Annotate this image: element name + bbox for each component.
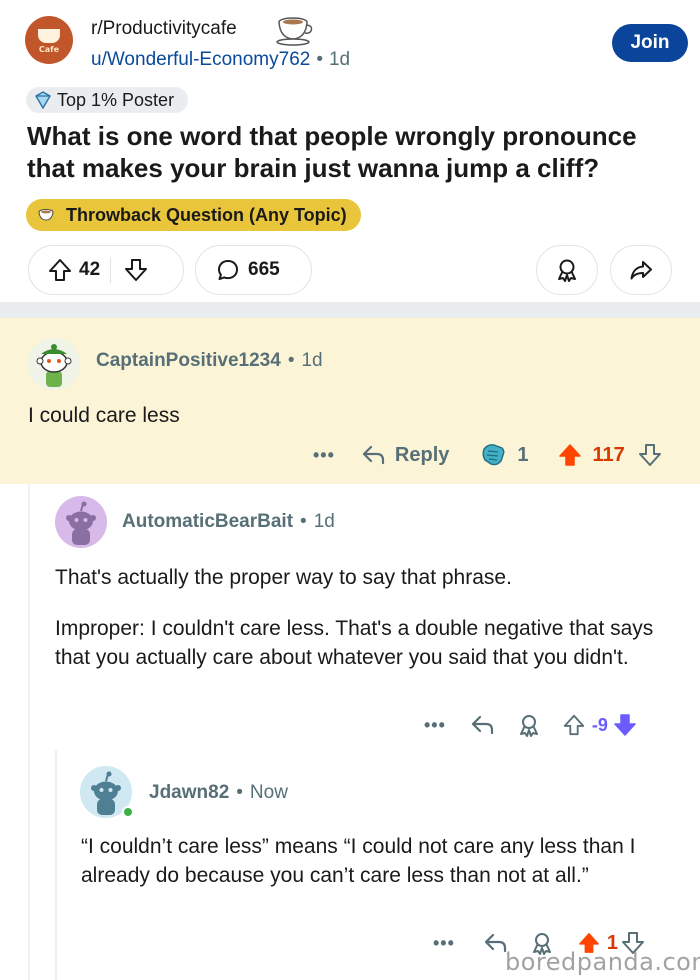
comment-age: Now (249, 782, 288, 803)
thread-line[interactable] (28, 484, 30, 980)
post-flair[interactable]: Throwback Question (Any Topic) (26, 199, 361, 231)
separator-dot: • (316, 49, 323, 70)
comment-author[interactable]: CaptainPositive1234 (96, 350, 281, 371)
comment-age: 1d (313, 511, 335, 532)
subreddit-name[interactable]: r/Productivitycafe (91, 18, 237, 40)
vote-divider (110, 257, 112, 283)
join-button[interactable]: Join (612, 24, 688, 62)
separator-dot: • (287, 350, 295, 371)
shield-icon (35, 91, 51, 109)
comment-score: 117 (592, 443, 625, 466)
user-flair-label: Top 1% Poster (57, 89, 175, 110)
more-options-button[interactable]: ••• (313, 445, 335, 466)
comment-actions: ••• -9 (424, 712, 638, 738)
comment-author[interactable]: AutomaticBearBait (122, 511, 293, 532)
watermark: boredpanda.com (505, 948, 700, 976)
reply-label: Reply (394, 443, 450, 466)
award-button[interactable] (536, 245, 598, 295)
snoo-avatar-icon[interactable] (28, 338, 80, 390)
comments-button[interactable]: 665 (195, 245, 312, 295)
award-icon (558, 259, 576, 282)
post-age: 1d (328, 49, 351, 70)
comment-count: 665 (248, 259, 280, 280)
award-badge[interactable]: 1 (479, 441, 529, 469)
more-options-button[interactable]: ••• (424, 715, 446, 736)
comment-icon (218, 260, 238, 280)
share-icon (630, 261, 652, 280)
reply-button[interactable]: Reply (361, 442, 449, 468)
user-flair: Top 1% Poster (26, 87, 189, 113)
vote-bar: 42 (28, 245, 184, 295)
post-author[interactable]: u/Wonderful-Economy762 (91, 49, 310, 70)
post-card: Cafe r/Productivitycafe u/Wonderful-Econ… (0, 0, 700, 302)
upvote-icon[interactable] (562, 713, 586, 737)
upvote-icon[interactable] (557, 442, 583, 468)
separator-dot: • (236, 782, 243, 803)
comment-body: I could care less (28, 404, 180, 427)
reply-icon (362, 445, 385, 465)
separator-dot: • (300, 511, 307, 532)
coffee-cup-icon (276, 17, 313, 46)
comment-score: -9 (591, 714, 608, 735)
thread-line[interactable] (55, 750, 57, 980)
comment-author-line: CaptainPositive1234 • 1d (96, 350, 323, 372)
comment-body: “I couldn’t care less” means “I could no… (81, 835, 636, 887)
comment-actions: ••• Reply 1 117 (313, 441, 663, 469)
share-button[interactable] (610, 245, 672, 295)
award-count: 1 (517, 443, 529, 466)
more-options-button[interactable]: ••• (433, 933, 455, 954)
section-divider (0, 302, 700, 318)
snoo-avatar-icon[interactable] (55, 496, 107, 548)
upvote-icon[interactable] (47, 257, 73, 283)
award-icon[interactable] (516, 712, 542, 738)
comment-author[interactable]: Jdawn82 (149, 782, 229, 803)
upvote-count: 42 (79, 259, 101, 280)
comment-body: That's actually the proper way to say th… (55, 566, 512, 589)
post-meta: u/Wonderful-Economy762 • 1d (91, 49, 350, 71)
reply-icon[interactable] (470, 712, 496, 738)
cafe-logo-icon[interactable]: Cafe (25, 16, 73, 64)
downvote-icon[interactable] (637, 442, 663, 468)
post-title[interactable]: What is one word that people wrongly pro… (27, 120, 677, 184)
comment-author-line: Jdawn82 • Now (149, 782, 288, 804)
award-icon (482, 444, 505, 466)
downvote-icon[interactable] (612, 712, 638, 738)
online-status-dot (122, 806, 134, 818)
coffee-cup-icon (38, 209, 54, 221)
comment-age: 1d (301, 350, 323, 371)
comment-body: Improper: I couldn't care less. That's a… (55, 617, 654, 669)
downvote-icon[interactable] (123, 257, 149, 283)
comment-author-line: AutomaticBearBait • 1d (122, 511, 335, 533)
post-flair-label: Throwback Question (Any Topic) (66, 204, 347, 225)
